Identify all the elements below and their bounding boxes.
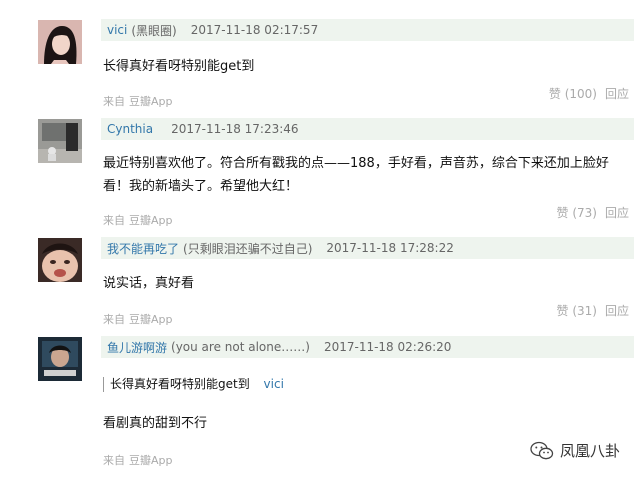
author-note: (只剩眼泪还骗不过自己) xyxy=(183,241,313,256)
avatar[interactable] xyxy=(38,238,82,282)
author-link[interactable]: vici xyxy=(107,23,127,37)
comment-date: 2017-11-18 17:23:46 xyxy=(171,122,299,136)
comment-actions: 赞 (31) 回应 xyxy=(557,302,629,319)
source-app: 豆瓣App xyxy=(129,95,173,108)
comment-text: 说实话，真好看 xyxy=(103,276,195,291)
author-link[interactable]: 我不能再吃了 xyxy=(107,240,179,257)
comment-actions: 赞 (73) 回应 xyxy=(557,204,629,221)
comment-meta: 鱼儿游啊游 (you are not alone……) 2017-11-18 0… xyxy=(101,336,634,358)
source-label: 来自 xyxy=(103,313,125,326)
comment-meta: vici (黑眼圈) 2017-11-18 02:17:57 xyxy=(101,19,634,41)
comment-source: 来自 豆瓣App xyxy=(103,452,173,468)
comment-text: 长得真好看呀特别能get到 xyxy=(103,59,255,74)
comment-text: 看剧真的甜到不行 xyxy=(103,416,208,431)
author-link[interactable]: Cynthia xyxy=(107,122,153,136)
author-link[interactable]: 鱼儿游啊游 xyxy=(107,339,167,356)
avatar[interactable] xyxy=(38,20,82,64)
source-label: 来自 xyxy=(103,214,125,227)
source-app: 豆瓣App xyxy=(129,214,173,227)
source-app: 豆瓣App xyxy=(129,313,173,326)
source-label: 来自 xyxy=(103,95,125,108)
quote-text: 长得真好看呀特别能get到 xyxy=(110,377,250,391)
like-button[interactable]: 赞 (100) xyxy=(549,85,597,102)
author-note: (黑眼圈) xyxy=(131,23,177,38)
reply-button[interactable]: 回应 xyxy=(605,204,629,221)
watermark-text: 凤凰八卦 xyxy=(560,442,621,460)
avatar[interactable] xyxy=(38,337,82,381)
watermark: 凤凰八卦 xyxy=(530,440,620,461)
source-app: 豆瓣App xyxy=(129,454,173,467)
comment-date: 2017-11-18 02:17:57 xyxy=(190,23,319,37)
quote-author-link[interactable]: vici xyxy=(264,377,284,391)
comment-actions: 赞 (100) 回应 xyxy=(549,85,629,102)
comment-source: 来自 豆瓣App xyxy=(103,311,173,327)
like-button[interactable]: 赞 (73) xyxy=(557,204,597,221)
comment-source: 来自 豆瓣App xyxy=(103,212,173,228)
source-label: 来自 xyxy=(103,454,125,467)
comment-date: 2017-11-18 02:26:20 xyxy=(323,340,452,354)
avatar[interactable] xyxy=(38,119,82,163)
comment-text: 最近特别喜欢他了。符合所有戳我的点——188，手好看，声音苏，综合下来还加上脸好… xyxy=(103,156,609,194)
like-button[interactable]: 赞 (31) xyxy=(557,302,597,319)
comment-meta: Cynthia 2017-11-18 17:23:46 xyxy=(101,118,634,140)
comment-source: 来自 豆瓣App xyxy=(103,93,173,109)
author-note: (you are not alone……) xyxy=(171,340,310,354)
comment-meta: 我不能再吃了 (只剩眼泪还骗不过自己) 2017-11-18 17:28:22 xyxy=(101,237,634,259)
comment-date: 2017-11-18 17:28:22 xyxy=(326,241,454,255)
reply-button[interactable]: 回应 xyxy=(605,85,629,102)
reply-button[interactable]: 回应 xyxy=(605,302,629,319)
wechat-icon xyxy=(530,441,554,459)
quoted-reply: 长得真好看呀特别能get到 vici xyxy=(103,377,284,392)
